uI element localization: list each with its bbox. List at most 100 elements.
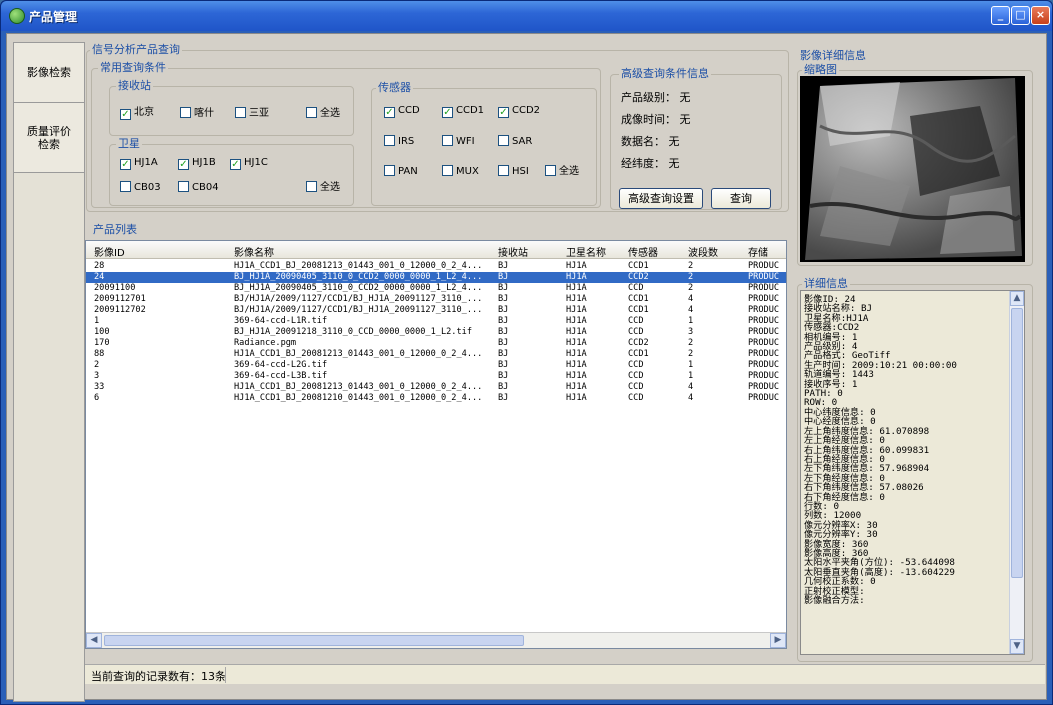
col-header[interactable]: 卫星名称 xyxy=(566,244,606,259)
table-row[interactable]: 20091100 BJ_HJ1A_20090405_3110_0_CCD2_000… xyxy=(86,283,786,294)
table-cell: PRODUC xyxy=(748,272,780,282)
advanced-settings-button[interactable]: 高级查询设置 xyxy=(619,188,703,209)
sensor-checkbox[interactable]: ✓ CCD1 xyxy=(442,105,484,118)
satellite-checkbox[interactable]: ✓ HJ1A xyxy=(120,157,158,170)
sensor-checkbox[interactable]: IRS xyxy=(384,135,414,148)
sensor-checkbox[interactable]: SAR xyxy=(498,135,532,148)
station-group: 接收站 ✓ 北京 喀什 三亚 全选 xyxy=(109,80,354,136)
nav-quality-search[interactable]: 质量评价 检索 xyxy=(14,103,84,173)
table-cell: BJ xyxy=(498,294,509,304)
satellite-checkbox[interactable]: CB03 xyxy=(120,181,161,194)
advanced-key: 成像时间： xyxy=(621,113,676,126)
station-checkbox[interactable]: 喀什 xyxy=(180,107,214,120)
col-header[interactable]: 影像名称 xyxy=(234,244,274,259)
product-list-title: 产品列表 xyxy=(91,223,139,236)
station-checkbox[interactable]: 三亚 xyxy=(235,107,269,120)
table-row[interactable]: 3 369-64-ccd-L3B.tif BJ HJ1A CCD 1 PRODUC xyxy=(86,371,786,382)
col-header[interactable]: 波段数 xyxy=(688,244,718,259)
table-cell: HJ1A xyxy=(566,305,587,315)
table-cell: HJ1A xyxy=(566,382,587,392)
checkbox-icon xyxy=(384,165,395,176)
satellite-checkbox[interactable]: ✓ HJ1C xyxy=(230,157,268,170)
table-cell: HJ1A xyxy=(566,349,587,359)
table-row[interactable]: 33 HJ1A_CCD1_BJ_20081213_01443_001_0_1200… xyxy=(86,382,786,393)
table-cell: 100 xyxy=(94,327,110,337)
minimize-button[interactable]: _ xyxy=(991,6,1010,25)
detail-lines: 影像ID: 24 接收站名称: BJ 卫星名称:HJ1A 传感器:CCD2 相机编号: … xyxy=(801,295,957,606)
col-header[interactable]: 影像ID xyxy=(94,244,125,259)
sensor-checkbox[interactable]: ✓ CCD2 xyxy=(498,105,540,118)
table-cell: PRODUC xyxy=(748,360,780,370)
maximize-button[interactable]: □ xyxy=(1011,6,1030,25)
sensor-select-all[interactable]: 全选 xyxy=(545,165,579,178)
table-cell: 24 xyxy=(94,272,105,282)
horizontal-scrollbar[interactable]: ◀ ▶ xyxy=(86,632,786,648)
table-row[interactable]: 170 Radiance.pgm BJ HJ1A CCD2 2 PRODUC xyxy=(86,338,786,349)
col-header[interactable]: 传感器 xyxy=(628,244,658,259)
vertical-scrollbar[interactable]: ▲ ▼ xyxy=(1009,291,1024,654)
sensor-checkbox[interactable]: WFI xyxy=(442,135,475,148)
record-count: 当前查询的记录数有：13条 xyxy=(91,670,226,683)
sensor-checkbox[interactable]: ✓ CCD xyxy=(384,105,420,118)
checkbox-icon xyxy=(120,181,131,192)
scroll-thumb[interactable] xyxy=(1011,308,1023,578)
table-cell: 2009112702 xyxy=(94,305,146,315)
checkbox-icon xyxy=(306,107,317,118)
scroll-up-icon[interactable]: ▲ xyxy=(1010,291,1024,306)
station-checkbox[interactable]: ✓ 北京 xyxy=(120,107,154,120)
col-header[interactable]: 接收站 xyxy=(498,244,528,259)
table-row[interactable]: 24 BJ_HJ1A_20090405_3110_0_CCD2_0000_0000… xyxy=(86,272,786,283)
window-title: 产品管理 xyxy=(29,10,78,24)
table-cell: BJ_HJ1A_20091218_3110_0_CCD_0000_0000_1_… xyxy=(234,327,472,337)
sensor-checkbox[interactable]: PAN xyxy=(384,165,418,178)
table-cell: HJ1A xyxy=(566,316,587,326)
station-title: 接收站 xyxy=(116,79,153,92)
table-cell: CCD xyxy=(628,393,644,403)
satellite-checkbox[interactable]: ✓ HJ1B xyxy=(178,157,216,170)
table-row[interactable]: 1 369-64-ccd-L1R.tif BJ HJ1A CCD 1 PRODUC xyxy=(86,316,786,327)
sensor-checkbox[interactable]: MUX xyxy=(442,165,479,178)
table-cell: 3 xyxy=(688,327,694,337)
col-header[interactable]: 存储 xyxy=(748,244,768,259)
table-row[interactable]: 100 BJ_HJ1A_20091218_3110_0_CCD_0000_0000… xyxy=(86,327,786,338)
table-cell: 2 xyxy=(688,261,694,271)
advanced-title: 高级查询条件信息 xyxy=(619,67,711,80)
nav-image-search[interactable]: 影像检索 xyxy=(14,43,84,103)
advanced-value: 无 xyxy=(668,135,680,148)
scroll-right-icon[interactable]: ▶ xyxy=(770,633,786,648)
thumbnail-title: 缩略图 xyxy=(802,63,839,76)
table-row[interactable]: 28 HJ1A_CCD1_BJ_20081213_01443_001_0_1200… xyxy=(86,261,786,272)
satellite-group: 卫星 ✓ HJ1A ✓ HJ1B ✓ HJ1C CB03 CB04 全选 xyxy=(109,138,354,206)
side-nav: 影像检索 质量评价 检索 xyxy=(13,42,85,702)
table-cell: CCD xyxy=(628,371,644,381)
satellite-select-all[interactable]: 全选 xyxy=(306,181,340,194)
table-cell: BJ/HJ1A/2009/1127/CCD1/BJ_HJ1A_20091127_… xyxy=(234,294,483,304)
checkbox-icon xyxy=(442,135,453,146)
table-cell: 4 xyxy=(688,382,694,392)
scroll-down-icon[interactable]: ▼ xyxy=(1010,639,1024,654)
table-row[interactable]: 88 HJ1A_CCD1_BJ_20081213_01443_001_0_1200… xyxy=(86,349,786,360)
checkbox-icon: ✓ xyxy=(498,107,509,118)
checkbox-icon xyxy=(498,165,509,176)
table-cell: BJ_HJ1A_20090405_3110_0_CCD2_0000_0000_1… xyxy=(234,272,483,282)
sensor-group: 传感器 ✓ CCD ✓ CCD1 ✓ CCD2 IRS WFI SAR PAN MUX… xyxy=(371,82,597,206)
close-button[interactable]: × xyxy=(1031,6,1050,25)
scroll-left-icon[interactable]: ◀ xyxy=(86,633,102,648)
table-row[interactable]: 2009112702 BJ/HJ1A/2009/1127/CCD1/BJ_HJ1A… xyxy=(86,305,786,316)
table-cell: CCD xyxy=(628,316,644,326)
sensor-checkbox[interactable]: HSI xyxy=(498,165,529,178)
advanced-value: 无 xyxy=(668,157,680,170)
table-cell: HJ1A xyxy=(566,272,587,282)
station-select-all[interactable]: 全选 xyxy=(306,107,340,120)
detail-textbox[interactable]: 影像ID: 24 接收站名称: BJ 卫星名称:HJ1A 传感器:CCD2 相机编号: … xyxy=(800,290,1025,655)
satellite-checkbox[interactable]: CB04 xyxy=(178,181,219,194)
table-row[interactable]: 2009112701 BJ/HJ1A/2009/1127/CCD1/BJ_HJ1A… xyxy=(86,294,786,305)
thumbnail-image xyxy=(800,76,1025,262)
query-button[interactable]: 查询 xyxy=(711,188,771,209)
table-row[interactable]: 6 HJ1A_CCD1_BJ_20081210_01443_001_0_12000… xyxy=(86,393,786,404)
scroll-thumb[interactable] xyxy=(104,635,524,646)
common-conditions-title: 常用查询条件 xyxy=(98,61,168,74)
table-cell: 2 xyxy=(688,283,694,293)
table-row[interactable]: 2 369-64-ccd-L2G.tif BJ HJ1A CCD 1 PRODUC xyxy=(86,360,786,371)
checkbox-icon: ✓ xyxy=(442,107,453,118)
